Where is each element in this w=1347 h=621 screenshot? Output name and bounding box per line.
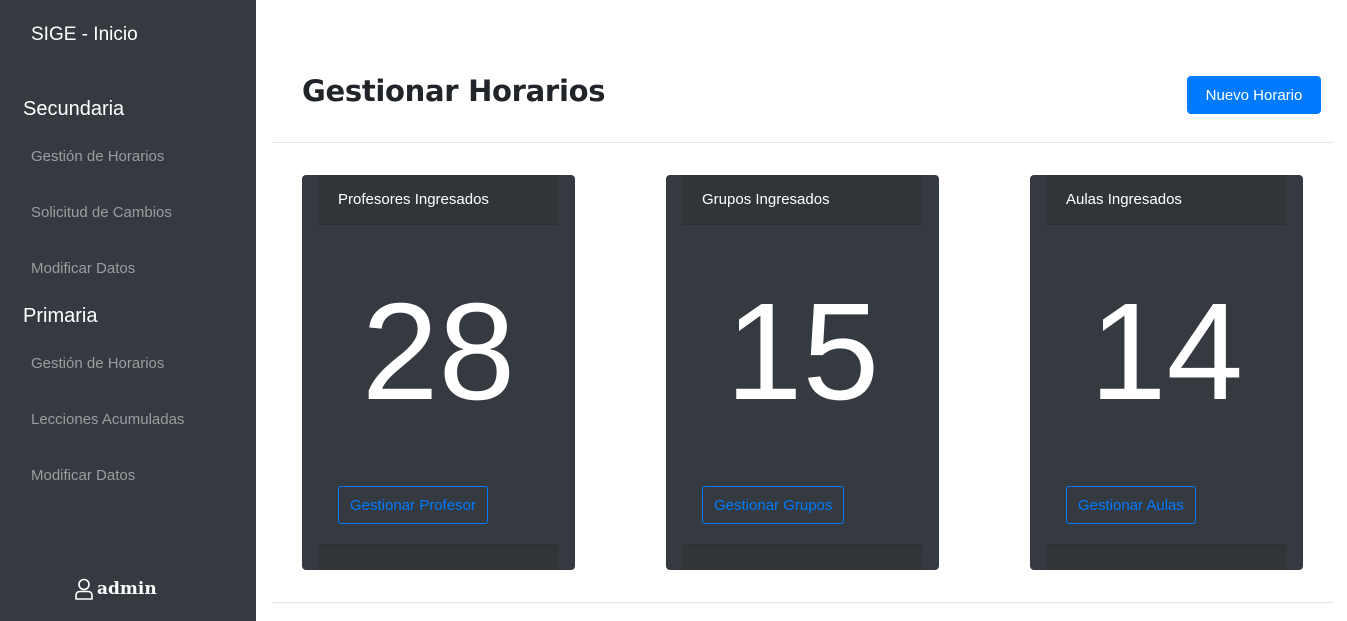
card-title: Aulas Ingresados bbox=[1066, 191, 1182, 208]
card-footer bbox=[1046, 544, 1287, 570]
divider bbox=[271, 602, 1334, 603]
user-icon bbox=[74, 578, 94, 600]
card-aulas: Aulas Ingresados 14 Gestionar Aulas bbox=[1030, 175, 1303, 570]
card-header: Grupos Ingresados bbox=[682, 175, 923, 225]
sidebar: SIGE - Inicio Secundaria Gestión de Hora… bbox=[0, 0, 256, 621]
card-profesores: Profesores Ingresados 28 Gestionar Profe… bbox=[302, 175, 575, 570]
divider bbox=[271, 142, 1334, 143]
card-count: 15 bbox=[725, 275, 880, 429]
card-grupos: Grupos Ingresados 15 Gestionar Grupos bbox=[666, 175, 939, 570]
section-title-secundaria: Secundaria bbox=[23, 98, 125, 120]
manage-classrooms-button[interactable]: Gestionar Aulas bbox=[1066, 486, 1196, 524]
sidebar-item-secundaria-gestion-horarios[interactable]: Gestión de Horarios bbox=[31, 148, 164, 165]
card-count: 14 bbox=[1089, 275, 1244, 429]
sidebar-item-primaria-modificar-datos[interactable]: Modificar Datos bbox=[31, 467, 135, 484]
manage-groups-button[interactable]: Gestionar Grupos bbox=[702, 486, 845, 524]
card-header: Profesores Ingresados bbox=[318, 175, 559, 225]
card-count: 28 bbox=[361, 275, 516, 429]
user-name: admin bbox=[97, 579, 157, 599]
card-title: Grupos Ingresados bbox=[702, 191, 830, 208]
card-footer bbox=[318, 544, 559, 570]
main-content: Gestionar Horarios Nuevo Horario Profeso… bbox=[256, 0, 1347, 621]
new-schedule-button[interactable]: Nuevo Horario bbox=[1187, 76, 1321, 114]
user-menu[interactable]: admin bbox=[74, 578, 157, 600]
card-title: Profesores Ingresados bbox=[338, 191, 489, 208]
sidebar-item-primaria-gestion-horarios[interactable]: Gestión de Horarios bbox=[31, 355, 164, 372]
sidebar-item-secundaria-modificar-datos[interactable]: Modificar Datos bbox=[31, 260, 135, 277]
card-footer bbox=[682, 544, 923, 570]
page-title: Gestionar Horarios bbox=[302, 74, 606, 108]
manage-teachers-button[interactable]: Gestionar Profesor bbox=[338, 486, 488, 524]
brand-link[interactable]: SIGE - Inicio bbox=[31, 24, 138, 46]
card-header: Aulas Ingresados bbox=[1046, 175, 1287, 225]
sidebar-item-primaria-lecciones-acumuladas[interactable]: Lecciones Acumuladas bbox=[31, 411, 184, 428]
section-title-primaria: Primaria bbox=[23, 305, 98, 327]
sidebar-item-secundaria-solicitud-cambios[interactable]: Solicitud de Cambios bbox=[31, 204, 172, 221]
